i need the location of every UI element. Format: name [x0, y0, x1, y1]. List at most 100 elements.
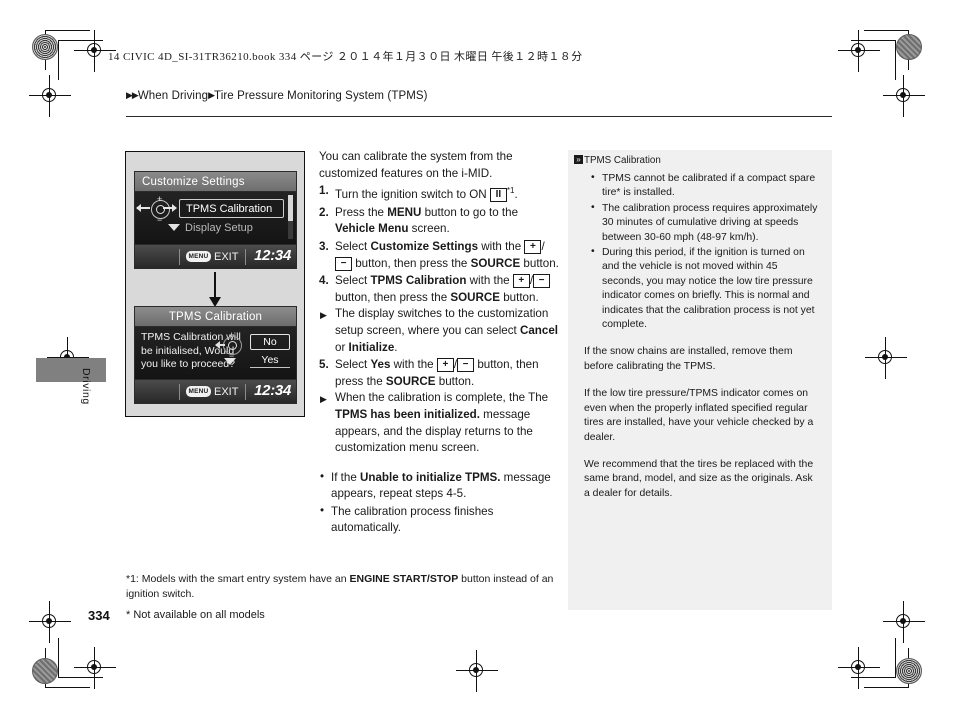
registration-blob-bottom-left — [32, 658, 58, 684]
instructions-column: You can calibrate the system from the cu… — [319, 149, 559, 538]
plus-minus-wheel-icon-dialog: + − — [215, 330, 248, 367]
imid-menu-item-display-setup[interactable]: Display Setup — [185, 222, 253, 234]
imid-screen1-title: Customize Settings — [135, 172, 296, 192]
menu-button-badge[interactable]: MENU — [186, 251, 211, 262]
step-text: Select Customize Settings with the +/− b… — [335, 239, 559, 271]
dialog-yes-button[interactable]: Yes — [250, 353, 290, 368]
note-bullet: • The calibration process finishes automa… — [319, 504, 559, 537]
sidebar-bullet: • TPMS cannot be calibrated if a compact … — [591, 172, 822, 201]
step-text: Press the MENU button to go to the Vehic… — [335, 205, 519, 236]
step-text: Turn the ignition switch to ON II *1. — [335, 186, 518, 203]
registration-target-top-right-lower — [883, 75, 925, 117]
step-number: 1. — [319, 184, 329, 198]
instruction-step: 5. Select Yes with the + / − button, then p… — [319, 357, 559, 390]
registration-target-top-right — [838, 30, 880, 72]
step-number: 4. — [319, 274, 329, 288]
step-number: 3. — [319, 239, 329, 253]
header-rule — [126, 116, 832, 117]
note-bullet: • If the Unable to initialize TPMS. messa… — [319, 470, 559, 503]
registration-blob-top-right — [896, 34, 922, 60]
step5-substep: ▶ When the calibration is complete, the … — [319, 390, 559, 456]
imid-clock-2: 12:34 — [254, 382, 291, 399]
breadcrumb-arrow-icon: ▶▶ — [126, 90, 139, 100]
instructions-intro: You can calibrate the system from the cu… — [319, 150, 513, 180]
imid-exit-label-2[interactable]: EXIT — [214, 384, 238, 400]
registration-blob-bottom-right — [896, 658, 922, 684]
sidebar-panel: » TPMS Calibration • TPMS cannot be calibr… — [568, 150, 832, 610]
breadcrumb-level2: Tire Pressure Monitoring System (TPMS) — [214, 90, 428, 102]
imid-scrollbar[interactable] — [288, 195, 293, 239]
chevron-down-icon — [168, 224, 180, 231]
step5-substep-text: When the calibration is complete, the Th… — [335, 391, 549, 455]
imid-screen-customize-settings: Customize Settings + − TPMS Calibration … — [134, 171, 297, 269]
instruction-step: 3. Select Customize Settings with the +/−… — [319, 239, 559, 272]
note-text: If the Unable to initialize TPMS. messag… — [331, 470, 551, 501]
plus-minus-wheel-icon: + − — [136, 194, 177, 225]
flow-arrow-down-icon — [209, 272, 221, 307]
instruction-step: 1. Turn the ignition switch to ON II *1. — [319, 183, 559, 204]
registration-target-top-left-lower — [29, 75, 71, 117]
substep-arrow-icon: ▶ — [320, 310, 327, 321]
sidebar-paragraphs: If the snow chains are installed, remove… — [574, 345, 822, 501]
section-tab-driving — [36, 358, 106, 382]
chevron-down-icon-dialog — [224, 358, 236, 365]
menu-button-badge-2[interactable]: MENU — [186, 386, 211, 397]
imid-clock: 12:34 — [254, 247, 291, 264]
registration-target-bottom-center — [456, 650, 498, 692]
imid-screen2-title: TPMS Calibration — [135, 307, 296, 327]
sidebar-bullet-text: TPMS cannot be calibrated if a compact s… — [602, 173, 816, 199]
footnote-availability: * Not available on all models — [126, 609, 265, 621]
imid-scrollbar-thumb[interactable] — [288, 195, 293, 221]
instruction-step: 2. Press the MENU button to go to the Veh… — [319, 205, 559, 238]
step-text: Select Yes with the + / − button, then pre… — [335, 358, 539, 388]
imid-screen2-body: TPMS Calibration will be initialised, Wo… — [135, 327, 296, 380]
breadcrumb-level1: When Driving — [137, 90, 209, 102]
imid-screen1-body: + − TPMS Calibration Display Setup — [135, 192, 296, 245]
step-text: Select TPMS Calibration with the + / − but… — [335, 274, 551, 304]
instruction-step: 4. Select TPMS Calibration with the + / − b… — [319, 273, 559, 306]
print-header-line: 14 CIVIC 4D_SI-31TR36210.book 334 ページ ２０… — [108, 51, 583, 63]
registration-target-top-left — [74, 30, 116, 72]
imid-menu-item-selected[interactable]: TPMS Calibration — [179, 199, 284, 218]
imid-screen2-footer: MENU EXIT 12:34 — [135, 380, 296, 403]
registration-target-bottom-left-upper — [29, 601, 71, 643]
dialog-no-button[interactable]: No — [250, 334, 290, 350]
sidebar-bullet: • The calibration process requires approx… — [591, 201, 822, 245]
instructions-notes: • If the Unable to initialize TPMS. messa… — [319, 470, 559, 537]
step-number: 5. — [319, 358, 329, 372]
section-marker-icon: » — [574, 155, 583, 164]
step-number: 2. — [319, 205, 329, 219]
imid-exit-label[interactable]: EXIT — [214, 249, 238, 265]
sidebar-bullet-list: • TPMS cannot be calibrated if a compact … — [574, 172, 822, 332]
step4-substep-text: The display switches to the customizatio… — [335, 307, 558, 354]
bullet-dot-icon: • — [591, 201, 595, 213]
breadcrumb: ▶▶When Driving▶Tire Pressure Monitoring … — [126, 90, 428, 102]
sidebar-paragraph: If the snow chains are installed, remove… — [584, 346, 793, 372]
wheel-plus-label-dialog: + — [229, 330, 235, 340]
sidebar-paragraph: If the low tire pressure/TPMS indicator … — [584, 388, 814, 443]
registration-target-right-middle — [865, 337, 907, 379]
bullet-dot-icon: • — [591, 246, 595, 258]
registration-target-bottom-left — [74, 647, 116, 689]
sidebar-bullet: • During this period, if the ignition is … — [591, 246, 822, 332]
step4-substep: ▶ The display switches to the customizat… — [319, 306, 559, 356]
imid-screens-illustration: Customize Settings + − TPMS Calibration … — [125, 151, 305, 417]
wheel-plus-label: + — [157, 194, 163, 204]
footnote-smart-entry: *1: Models with the smart entry system h… — [126, 573, 554, 600]
substep-arrow-icon-2: ▶ — [320, 394, 327, 405]
sidebar-bullet-text: During this period, if the ignition is t… — [602, 247, 815, 331]
sidebar-bullet-text: The calibration process requires approxi… — [602, 202, 818, 243]
wheel-minus-label: − — [157, 215, 163, 225]
bullet-dot-icon: • — [320, 469, 325, 483]
registration-target-bottom-right — [838, 647, 880, 689]
sidebar-title: TPMS Calibration — [584, 155, 661, 166]
bullet-dot-icon: • — [591, 172, 595, 183]
imid-screen-tpms-calibration-dialog: TPMS Calibration TPMS Calibration will b… — [134, 306, 297, 404]
sidebar-paragraph: We recommend that the tires be replaced … — [584, 458, 814, 499]
sidebar-title-row: » TPMS Calibration — [574, 154, 822, 168]
bullet-dot-icon: • — [320, 503, 325, 517]
section-tab-label: Driving — [80, 368, 92, 405]
registration-target-bottom-right-upper — [883, 601, 925, 643]
imid-screen1-footer: MENU EXIT 12:34 — [135, 245, 296, 268]
note-text: The calibration process finishes automat… — [331, 504, 494, 535]
